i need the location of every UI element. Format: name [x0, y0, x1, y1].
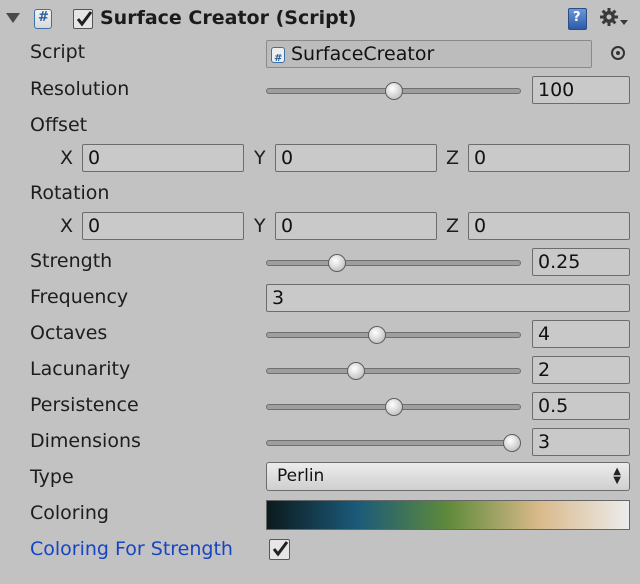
frequency-input[interactable]: 3: [266, 284, 630, 312]
csharp-script-icon: [34, 9, 52, 29]
resolution-slider-handle[interactable]: [384, 82, 403, 100]
lacunarity-slider-handle[interactable]: [346, 362, 365, 380]
dropdown-arrows-icon: ▲ ▼: [613, 466, 621, 486]
script-file-icon: [271, 46, 285, 67]
dimensions-input[interactable]: 3: [532, 428, 630, 456]
dimensions-slider[interactable]: [266, 440, 521, 446]
object-picker-icon[interactable]: [611, 46, 625, 60]
frequency-label: Frequency: [30, 286, 129, 308]
offset-x-label: X: [60, 147, 74, 169]
lacunarity-label: Lacunarity: [30, 358, 131, 380]
persistence-input[interactable]: 0.5: [532, 392, 630, 420]
rotation-label: Rotation: [30, 182, 110, 204]
strength-slider-handle[interactable]: [327, 254, 346, 272]
offset-y-input[interactable]: 0: [275, 144, 437, 172]
strength-input[interactable]: 0.25: [532, 248, 630, 276]
rotation-z-input[interactable]: 0: [468, 212, 630, 240]
rotation-y-label: Y: [254, 215, 266, 237]
coloring-label: Coloring: [30, 502, 109, 524]
type-selected-value: Perlin: [277, 466, 325, 486]
strength-label: Strength: [30, 250, 113, 272]
lacunarity-input[interactable]: 2: [532, 356, 630, 384]
offset-z-input[interactable]: 0: [468, 144, 630, 172]
offset-y-label: Y: [254, 147, 266, 169]
rotation-x-label: X: [60, 215, 74, 237]
gear-icon[interactable]: [600, 6, 630, 32]
strength-slider[interactable]: [266, 260, 521, 266]
component-title: Surface Creator (Script): [100, 7, 357, 29]
dimensions-label: Dimensions: [30, 430, 141, 452]
type-label: Type: [30, 466, 74, 488]
type-dropdown[interactable]: Perlin ▲ ▼: [266, 462, 630, 491]
component-enabled-checkbox[interactable]: [73, 9, 93, 29]
resolution-label: Resolution: [30, 78, 130, 100]
help-book-icon[interactable]: [568, 8, 587, 30]
coloring-for-strength-label: Coloring For Strength: [30, 538, 233, 560]
dimensions-slider-handle[interactable]: [503, 434, 521, 452]
coloring-gradient-field[interactable]: [266, 500, 630, 530]
script-object-value: SurfaceCreator: [291, 43, 435, 65]
rotation-x-input[interactable]: 0: [82, 212, 244, 240]
coloring-for-strength-checkbox[interactable]: [269, 539, 290, 560]
inspector-panel: Surface Creator (Script) Script SurfaceC…: [0, 0, 640, 584]
resolution-input[interactable]: 100: [532, 76, 630, 104]
rotation-y-input[interactable]: 0: [275, 212, 437, 240]
foldout-arrow-icon[interactable]: [6, 13, 20, 23]
script-object-field[interactable]: SurfaceCreator: [266, 40, 592, 68]
octaves-slider-handle[interactable]: [367, 326, 386, 344]
component-header[interactable]: Surface Creator (Script): [0, 0, 640, 38]
offset-label: Offset: [30, 114, 88, 136]
rotation-z-label: Z: [446, 215, 460, 237]
persistence-slider-handle[interactable]: [384, 398, 403, 416]
octaves-label: Octaves: [30, 322, 108, 344]
octaves-input[interactable]: 4: [532, 320, 630, 348]
script-label: Script: [30, 41, 86, 63]
offset-z-label: Z: [446, 147, 460, 169]
lacunarity-slider[interactable]: [266, 368, 521, 374]
offset-x-input[interactable]: 0: [82, 144, 244, 172]
octaves-slider[interactable]: [266, 332, 521, 338]
persistence-label: Persistence: [30, 394, 139, 416]
